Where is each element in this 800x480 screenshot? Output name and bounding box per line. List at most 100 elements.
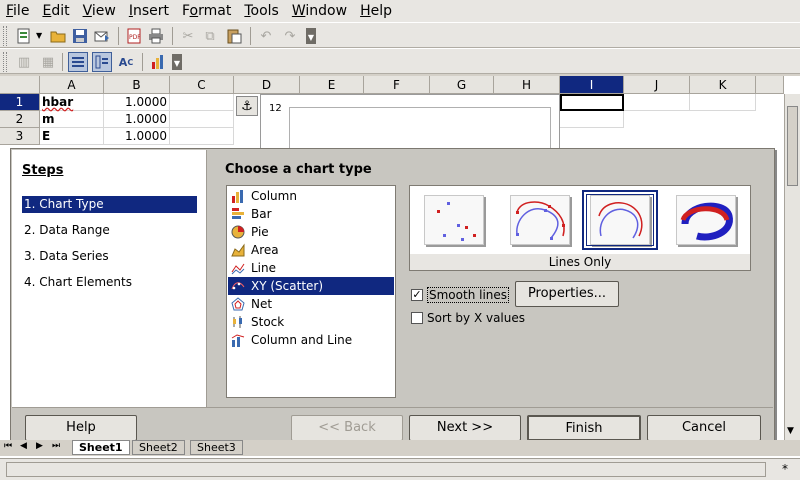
column-header[interactable]: G xyxy=(430,76,494,94)
sheet-tab-active[interactable]: Sheet1 xyxy=(72,440,130,455)
toolbar-overflow-icon[interactable]: ▼ xyxy=(306,28,316,44)
smooth-lines-checkbox[interactable]: ✓ Smooth lines xyxy=(411,287,510,303)
checkbox-unchecked-icon[interactable] xyxy=(411,312,423,324)
sheet-tab[interactable]: Sheet3 xyxy=(190,440,243,455)
next-button[interactable]: Next >> xyxy=(409,415,521,441)
toolbar-grip[interactable] xyxy=(3,26,7,46)
chart-type-stock[interactable]: Stock xyxy=(228,313,394,331)
table-cell[interactable] xyxy=(560,111,624,128)
menu-view[interactable]: View xyxy=(83,3,124,19)
email-document-icon[interactable] xyxy=(92,26,112,46)
menu-tools[interactable]: Tools xyxy=(244,3,287,19)
points-and-lines-icon xyxy=(516,201,565,240)
chart-type-line[interactable]: Line xyxy=(228,259,394,277)
variant-points-only[interactable] xyxy=(416,190,492,250)
next-sheet-icon[interactable]: ▶ xyxy=(36,441,43,451)
columns-icon[interactable] xyxy=(92,52,112,72)
active-cell[interactable] xyxy=(560,94,624,111)
chart-type-list: Column Bar Pie Area Line XY (Scatter) Ne… xyxy=(226,185,396,398)
finish-button[interactable]: Finish xyxy=(527,415,641,441)
export-pdf-icon[interactable]: PDF xyxy=(124,26,144,46)
variant-points-and-lines[interactable] xyxy=(502,190,578,250)
table-cell[interactable]: E xyxy=(40,128,104,145)
chart-type-xy-scatter[interactable]: XY (Scatter) xyxy=(228,277,394,295)
table-cell[interactable] xyxy=(624,94,690,111)
table-cell[interactable]: 1.0000 xyxy=(104,111,170,128)
chart-type-net[interactable]: Net xyxy=(228,295,394,313)
redo-icon[interactable]: ↷ xyxy=(280,26,300,46)
variant-3d-lines[interactable] xyxy=(668,190,744,250)
paste-icon[interactable] xyxy=(224,26,244,46)
first-sheet-icon[interactable]: ⏮ xyxy=(4,441,12,451)
new-document-icon[interactable] xyxy=(14,26,34,46)
undo-icon[interactable]: ↶ xyxy=(256,26,276,46)
embedded-chart[interactable]: 12 xyxy=(260,94,560,155)
table-cell[interactable]: 1.0000 xyxy=(104,94,170,111)
text-scale-icon[interactable]: AC xyxy=(116,52,136,72)
chart-type-area[interactable]: Area xyxy=(228,241,394,259)
cancel-button[interactable]: Cancel xyxy=(647,415,761,441)
column-header[interactable] xyxy=(756,76,784,94)
menu-edit[interactable]: Edit xyxy=(42,3,77,19)
table-cell[interactable] xyxy=(170,94,234,111)
chart-type-bar[interactable]: Bar xyxy=(228,205,394,223)
row-header-selected[interactable]: 1 xyxy=(0,94,40,111)
toolbar-grip[interactable] xyxy=(3,52,7,72)
column-header[interactable]: E xyxy=(300,76,364,94)
chart-type-icon[interactable] xyxy=(148,52,168,72)
last-sheet-icon[interactable]: ⏭ xyxy=(52,441,60,451)
step-chart-elements[interactable]: 4. Chart Elements xyxy=(22,274,197,291)
column-header[interactable]: D xyxy=(234,76,300,94)
column-header[interactable]: B xyxy=(104,76,170,94)
menu-file[interactable]: File xyxy=(6,3,37,19)
variant-lines-only[interactable] xyxy=(582,190,658,250)
variant-label: Lines Only xyxy=(410,254,750,270)
menu-window[interactable]: Window xyxy=(292,3,355,19)
toolbar-overflow-icon[interactable]: ▼ xyxy=(172,54,182,70)
data-table-icon[interactable]: ▦ xyxy=(38,52,58,72)
row-header[interactable]: 3 xyxy=(0,128,40,145)
chart-type-column[interactable]: Column xyxy=(228,187,394,205)
chart-icon[interactable]: ▥ xyxy=(14,52,34,72)
sort-by-x-checkbox[interactable]: Sort by X values xyxy=(411,311,525,325)
column-header[interactable]: C xyxy=(170,76,234,94)
save-icon[interactable] xyxy=(70,26,90,46)
anchor-icon[interactable]: ⚓ xyxy=(236,96,258,116)
chart-type-column-and-line[interactable]: Column and Line xyxy=(228,331,394,349)
sheet-tab[interactable]: Sheet2 xyxy=(132,440,185,455)
back-button[interactable]: << Back xyxy=(291,415,403,441)
step-data-series[interactable]: 3. Data Series xyxy=(22,248,197,265)
step-chart-type[interactable]: 1. Chart Type xyxy=(22,196,197,213)
corner-header[interactable] xyxy=(0,76,40,94)
table-cell[interactable]: m xyxy=(40,111,104,128)
row-header[interactable]: 2 xyxy=(0,111,40,128)
column-header-selected[interactable]: I xyxy=(560,76,624,94)
chart-type-pie[interactable]: Pie xyxy=(228,223,394,241)
prev-sheet-icon[interactable]: ◀ xyxy=(20,441,27,451)
print-icon[interactable] xyxy=(146,26,166,46)
properties-button[interactable]: Properties... xyxy=(515,281,619,307)
table-cell[interactable] xyxy=(170,128,234,145)
table-cell[interactable]: 1.0000 xyxy=(104,128,170,145)
column-header[interactable]: J xyxy=(624,76,690,94)
table-cell[interactable] xyxy=(690,94,756,111)
column-header[interactable]: H xyxy=(494,76,560,94)
column-header[interactable]: F xyxy=(364,76,430,94)
step-data-range[interactable]: 2. Data Range xyxy=(22,222,197,239)
scroll-down-icon[interactable]: ▼ xyxy=(787,426,794,436)
menu-help[interactable]: Help xyxy=(360,3,400,19)
table-cell[interactable]: hbar xyxy=(40,94,104,111)
new-dropdown-arrow-icon[interactable]: ▼ xyxy=(36,31,42,40)
column-header[interactable]: A xyxy=(40,76,104,94)
help-button[interactable]: Help xyxy=(25,415,137,441)
column-header[interactable]: K xyxy=(690,76,756,94)
menu-insert[interactable]: Insert xyxy=(129,3,177,19)
rows-icon[interactable] xyxy=(68,52,88,72)
cut-icon[interactable]: ✂ xyxy=(178,26,198,46)
open-folder-icon[interactable] xyxy=(48,26,68,46)
table-cell[interactable] xyxy=(170,111,234,128)
copy-icon[interactable]: ⧉ xyxy=(200,26,220,46)
checkbox-checked-icon[interactable]: ✓ xyxy=(411,289,423,301)
vertical-scrollbar[interactable]: ▼ xyxy=(784,94,800,440)
menu-format[interactable]: Format xyxy=(182,3,239,19)
